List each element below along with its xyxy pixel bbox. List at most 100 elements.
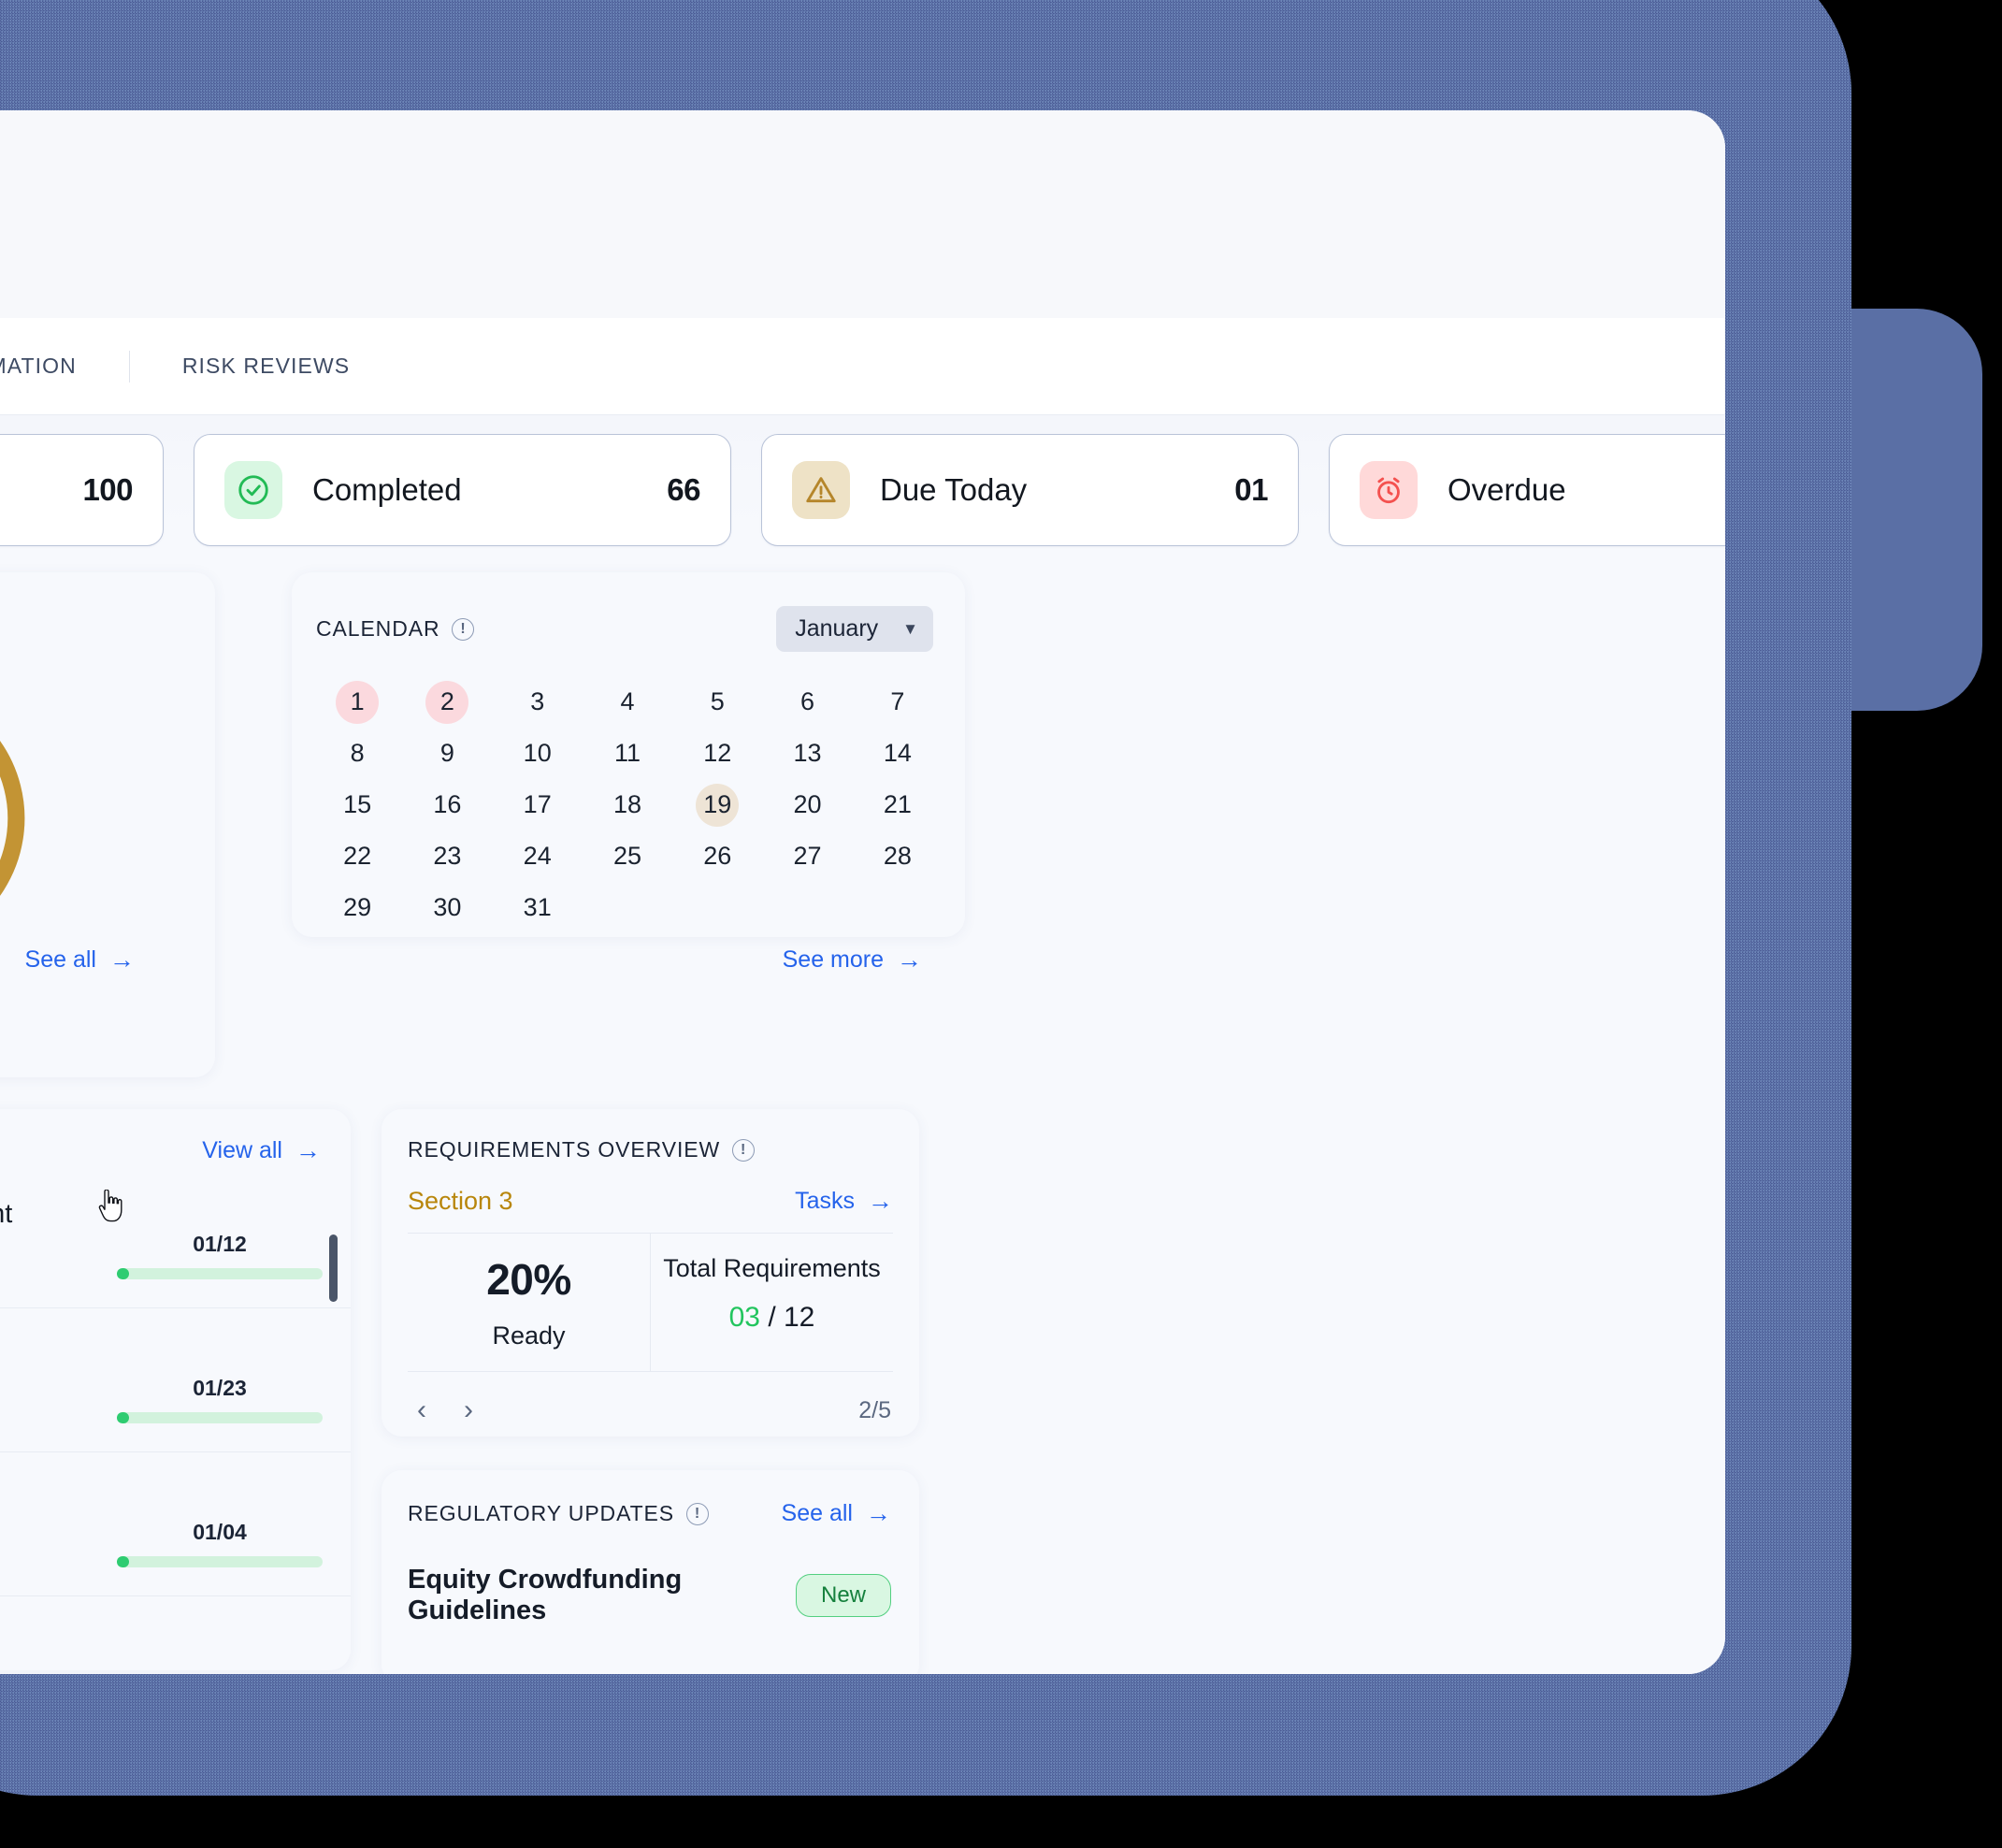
calendar-day-label: 11 xyxy=(613,739,641,767)
tab-risk-reviews[interactable]: RISK REVIEWS xyxy=(130,354,402,379)
document-row[interactable]: tory Framework & Guidelines01/23 xyxy=(0,1308,351,1452)
calendar-day-label: 9 xyxy=(439,739,454,767)
arrow-right-icon: → xyxy=(295,1136,321,1164)
requirements-ready-label: Ready xyxy=(492,1321,566,1350)
document-due-date: 01/12 xyxy=(193,1232,247,1256)
document-row[interactable]: vices Regulatory Framework01/04 xyxy=(0,1452,351,1596)
tab-entity-information[interactable]: ENTITY INFORMATION xyxy=(0,354,129,379)
regulatory-updates-see-all-link[interactable]: See all → xyxy=(782,1500,891,1527)
calendar-day-label: 19 xyxy=(696,783,740,827)
info-icon[interactable]: ! xyxy=(686,1502,710,1525)
kpi-card-due-today[interactable]: Due Today 01 xyxy=(761,434,1299,546)
kpi-label: Due Today xyxy=(880,472,1028,507)
calendar-day-20[interactable]: 20 xyxy=(762,779,852,830)
document-list-view-all-link[interactable]: View all → xyxy=(202,1137,321,1164)
document-list-scrollbar[interactable] xyxy=(329,1234,338,1302)
calendar-day-28[interactable]: 28 xyxy=(853,830,943,882)
calendar-day-26[interactable]: 26 xyxy=(672,830,762,882)
requirements-tasks-link[interactable]: Tasks → xyxy=(795,1188,893,1215)
kpi-card-total-requirements[interactable]: ts 100 xyxy=(0,434,164,546)
calendar-day-6[interactable]: 6 xyxy=(762,676,852,728)
requirements-pagination: ‹ › 2/5 xyxy=(382,1372,919,1428)
requirements-overview-header: REQUIREMENTS OVERVIEW ! xyxy=(382,1109,919,1162)
calendar-day-29[interactable]: 29 xyxy=(312,882,402,933)
calendar-day-label: 18 xyxy=(612,790,641,818)
calendar-day-9[interactable]: 9 xyxy=(402,728,492,779)
chevron-left-icon[interactable]: ‹ xyxy=(408,1393,436,1428)
check-circle-icon xyxy=(224,461,282,519)
arrow-right-icon: → xyxy=(866,1499,891,1527)
calendar-day-7[interactable]: 7 xyxy=(853,676,943,728)
regulatory-updates-title: REGULATORY UPDATES xyxy=(408,1501,675,1525)
tab-bar: ENTITY INFORMATION RISK REVIEWS xyxy=(0,318,1725,415)
readiness-card: ! 66% Ready ents See all → xyxy=(0,572,215,1077)
screenshot-stage: ENTITY INFORMATION RISK REVIEWS ts 100 xyxy=(0,0,2002,1848)
info-icon[interactable]: ! xyxy=(732,1138,756,1162)
calendar-day-27[interactable]: 27 xyxy=(762,830,852,882)
view-all-label: View all xyxy=(202,1137,282,1163)
calendar-day-30[interactable]: 30 xyxy=(402,882,492,933)
document-progress-fill xyxy=(117,1412,130,1423)
document-list-header: ! View all → xyxy=(0,1109,351,1164)
calendar-day-18[interactable]: 18 xyxy=(583,779,672,830)
document-name: ts Regulatory Frameworks (for payment xyxy=(0,1199,13,1229)
requirements-total-label: Total Requirements xyxy=(663,1254,881,1282)
calendar-day-label: 26 xyxy=(703,842,732,870)
requirements-overview-card: REQUIREMENTS OVERVIEW ! Section 3 Tasks … xyxy=(382,1109,919,1437)
month-select-dropdown[interactable]: January ▼ xyxy=(776,606,933,652)
chevron-right-icon[interactable]: › xyxy=(454,1393,482,1428)
calendar-day-25[interactable]: 25 xyxy=(583,830,672,882)
requirements-total-separator: / xyxy=(759,1302,784,1333)
kpi-label: Overdue xyxy=(1447,472,1566,507)
calendar-day-13[interactable]: 13 xyxy=(762,728,852,779)
kpi-card-completed[interactable]: Completed 66 xyxy=(194,434,731,546)
calendar-day-17[interactable]: 17 xyxy=(493,779,583,830)
document-rows: ts Regulatory Frameworks (for payment 01/… xyxy=(0,1164,351,1596)
calendar-day-label: 4 xyxy=(620,687,635,715)
arrow-right-icon: → xyxy=(868,1187,893,1215)
calendar-day-4[interactable]: 4 xyxy=(583,676,672,728)
calendar-day-14[interactable]: 14 xyxy=(853,728,943,779)
calendar-day-3[interactable]: 3 xyxy=(493,676,583,728)
calendar-day-21[interactable]: 21 xyxy=(853,779,943,830)
calendar-day-5[interactable]: 5 xyxy=(672,676,762,728)
document-due-date: 01/04 xyxy=(193,1520,247,1544)
calendar-title-group: CALENDAR ! xyxy=(316,616,475,642)
calendar-see-more-link[interactable]: See more → xyxy=(783,946,922,974)
calendar-day-label: 31 xyxy=(523,893,552,921)
document-progress-bar xyxy=(117,1412,323,1423)
kpi-card-overdue[interactable]: Overdue 33 xyxy=(1329,434,1725,546)
calendar-day-22[interactable]: 22 xyxy=(312,830,402,882)
kpi-value: 01 xyxy=(1234,472,1268,507)
requirements-stats-table: 20% Ready Total Requirements 03 / 12 xyxy=(408,1233,893,1372)
calendar-day-31[interactable]: 31 xyxy=(493,882,583,933)
document-progress-fill xyxy=(117,1268,130,1279)
calendar-day-12[interactable]: 12 xyxy=(672,728,762,779)
info-icon[interactable]: ! xyxy=(452,617,475,641)
calendar-day-11[interactable]: 11 xyxy=(583,728,672,779)
calendar-title: CALENDAR xyxy=(316,616,440,641)
regulatory-update-item[interactable]: Equity Crowdfunding Guidelines New xyxy=(382,1527,919,1626)
calendar-day-1[interactable]: 1 xyxy=(312,676,402,728)
calendar-day-15[interactable]: 15 xyxy=(312,779,402,830)
calendar-day-label: 30 xyxy=(433,893,462,921)
calendar-day-10[interactable]: 10 xyxy=(493,728,583,779)
document-row[interactable]: ts Regulatory Frameworks (for payment 01/… xyxy=(0,1164,351,1308)
calendar-day-19[interactable]: 19 xyxy=(672,779,762,830)
requirements-section-label[interactable]: Section 3 xyxy=(408,1187,513,1216)
regulatory-update-title: Equity Crowdfunding Guidelines xyxy=(408,1565,683,1625)
calendar-day-24[interactable]: 24 xyxy=(493,830,583,882)
warning-triangle-icon xyxy=(792,461,850,519)
kpi-label: Completed xyxy=(312,472,462,507)
calendar-day-8[interactable]: 8 xyxy=(312,728,402,779)
calendar-day-23[interactable]: 23 xyxy=(402,830,492,882)
calendar-day-label: 17 xyxy=(523,790,552,818)
requirements-section-row: Section 3 Tasks → xyxy=(382,1162,919,1216)
calendar-day-label: 16 xyxy=(433,790,462,818)
document-meta: 01/12 xyxy=(117,1196,323,1279)
see-more-label: See more xyxy=(782,946,884,973)
readiness-see-all-link[interactable]: See all → xyxy=(25,946,135,974)
calendar-day-16[interactable]: 16 xyxy=(402,779,492,830)
calendar-day-label: 6 xyxy=(800,687,815,715)
calendar-day-2[interactable]: 2 xyxy=(402,676,492,728)
